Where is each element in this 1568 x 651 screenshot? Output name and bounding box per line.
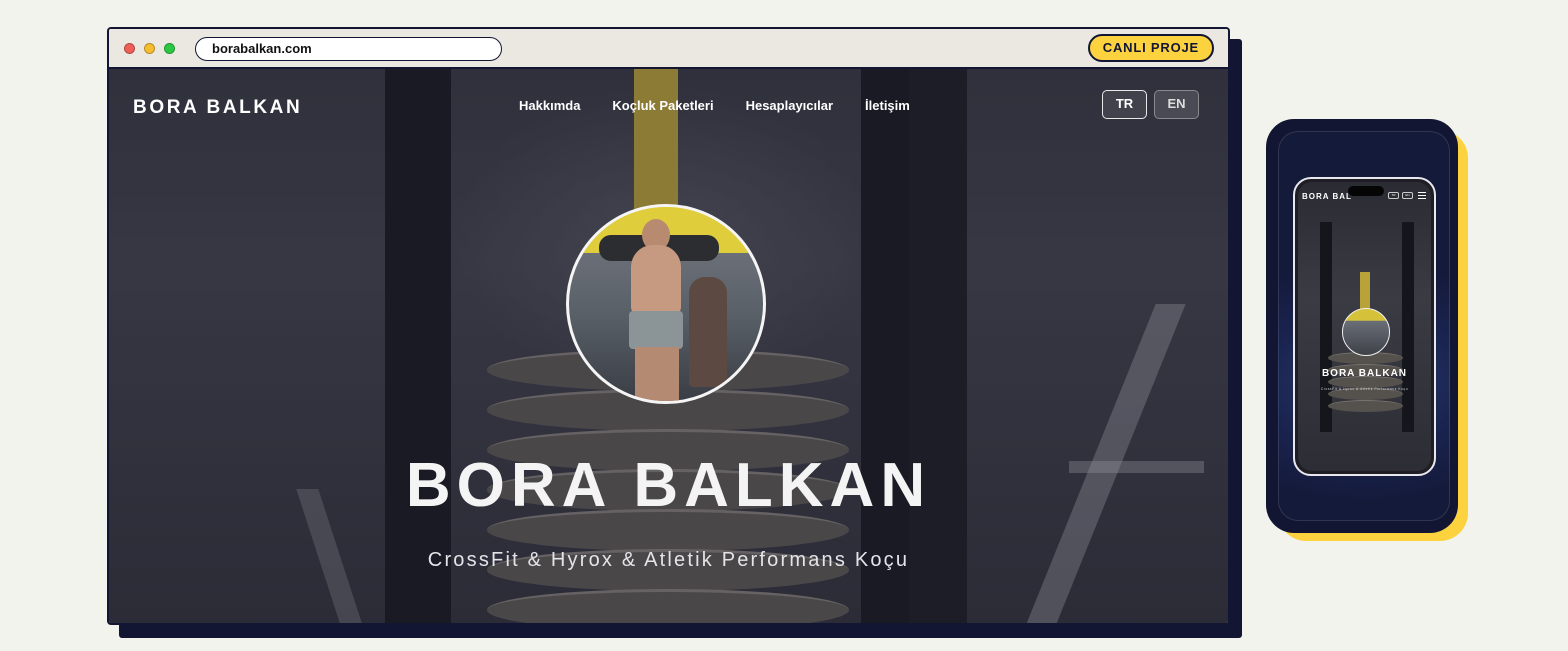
mobile-site-logo[interactable]: BORA BAL [1302, 192, 1352, 201]
lang-en-button[interactable]: EN [1154, 90, 1199, 119]
window-close-icon[interactable] [124, 43, 135, 54]
mobile-hero-title: BORA BALKAN [1321, 368, 1408, 379]
window-maximize-icon[interactable] [164, 43, 175, 54]
mobile-hero-subtitle: CrossFit & Hyrox & Atletik Performans Ko… [1320, 387, 1409, 391]
window-minimize-icon[interactable] [144, 43, 155, 54]
mobile-lang-tr-button[interactable]: TR [1388, 192, 1399, 199]
hamburger-menu-icon[interactable] [1418, 192, 1426, 199]
nav-item-about[interactable]: Hakkımda [519, 98, 580, 113]
nav-item-coaching-packages[interactable]: Koçluk Paketleri [612, 98, 713, 113]
hero-title: BORA BALKAN [405, 451, 932, 520]
dynamic-island [1348, 186, 1384, 196]
nav-item-contact[interactable]: İletişim [865, 98, 910, 113]
address-bar[interactable]: borabalkan.com [195, 37, 502, 61]
site-logo[interactable]: BORA BALKAN [133, 97, 302, 119]
mobile-screen: BORA BAL TR EN BORA BALKAN CrossFit & Hy… [1298, 182, 1431, 471]
mobile-profile-photo [1342, 308, 1390, 356]
lang-tr-button[interactable]: TR [1102, 90, 1147, 119]
hero-subtitle: CrossFit & Hyrox & Atletik Performans Ko… [427, 549, 910, 571]
profile-photo [566, 204, 766, 404]
browser-toolbar: borabalkan.com CANLI PROJE [109, 29, 1228, 69]
website-viewport: BORA BALKAN Hakkımda Koçluk Paketleri He… [109, 69, 1228, 623]
live-project-button[interactable]: CANLI PROJE [1087, 34, 1214, 62]
browser-window: borabalkan.com CANLI PROJE BORA BALKAN H… [107, 27, 1230, 625]
mobile-device: BORA BAL TR EN BORA BALKAN CrossFit & Hy… [1293, 177, 1436, 476]
main-nav: Hakkımda Koçluk Paketleri Hesaplayıcılar… [519, 98, 910, 113]
mobile-lang-en-button[interactable]: EN [1402, 192, 1413, 199]
nav-item-calculators[interactable]: Hesaplayıcılar [746, 98, 833, 113]
